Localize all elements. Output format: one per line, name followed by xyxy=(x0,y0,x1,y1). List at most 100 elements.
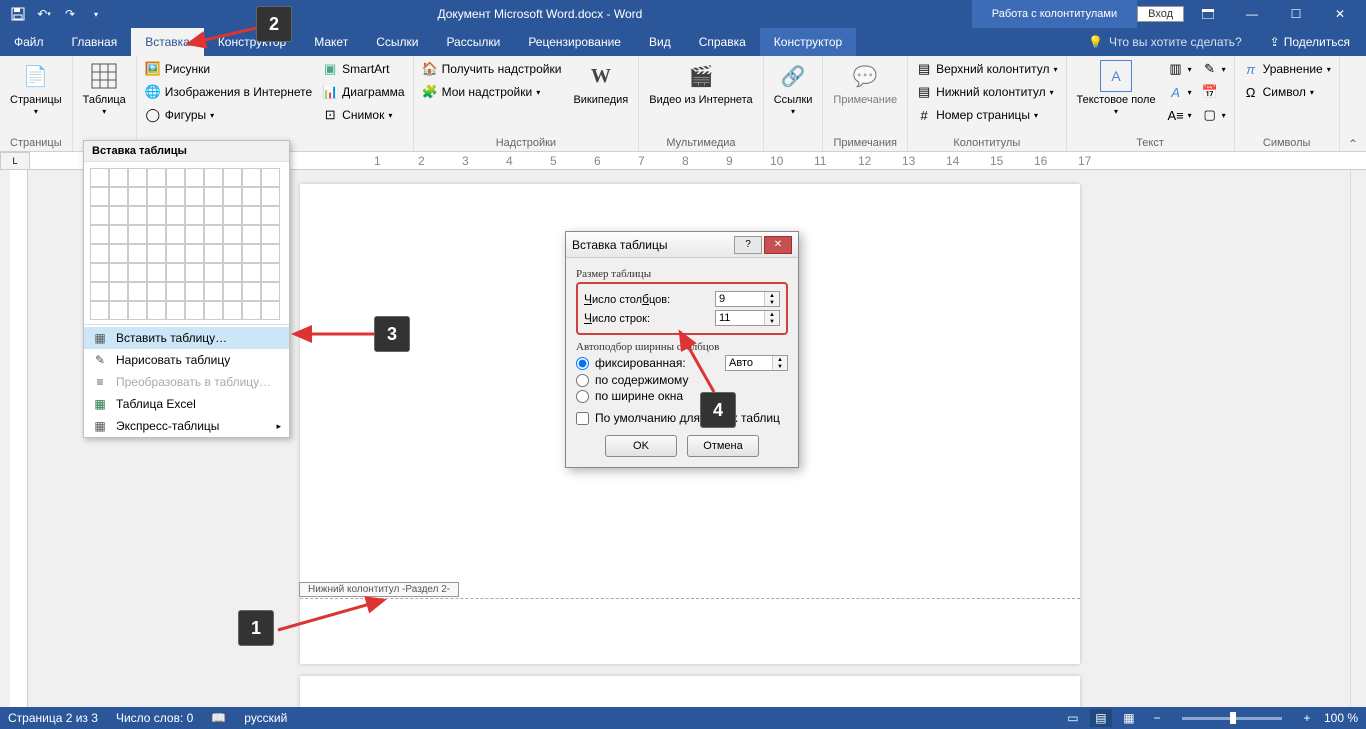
tab-help[interactable]: Справка xyxy=(685,28,760,56)
cols-down-button[interactable]: ▼ xyxy=(765,299,779,306)
share-button[interactable]: ⇪ Поделиться xyxy=(1254,35,1366,49)
ribbon-display-icon[interactable] xyxy=(1188,0,1228,28)
rows-spinner[interactable]: ▲▼ xyxy=(715,310,780,326)
get-addins-button[interactable]: 🏠Получить надстройки xyxy=(418,58,566,80)
save-icon[interactable] xyxy=(6,2,30,26)
screenshot-button[interactable]: ⊡Снимок ▾ xyxy=(318,104,408,126)
remember-checkbox[interactable] xyxy=(576,412,589,425)
vertical-scrollbar[interactable] xyxy=(1350,170,1366,707)
print-layout-icon[interactable]: ▤ xyxy=(1090,709,1112,727)
dialog-titlebar[interactable]: Вставка таблицы ? ✕ xyxy=(566,232,798,258)
dialog-help-button[interactable]: ? xyxy=(734,236,762,254)
tab-mailings[interactable]: Рассылки xyxy=(432,28,514,56)
table-button[interactable]: Таблица ▾ xyxy=(77,58,132,118)
zoom-thumb[interactable] xyxy=(1230,712,1236,724)
content-radio[interactable] xyxy=(576,374,589,387)
rows-up-button[interactable]: ▲ xyxy=(765,311,779,318)
word-count[interactable]: Число слов: 0 xyxy=(116,711,193,725)
fixed-up-button[interactable]: ▲ xyxy=(773,356,787,363)
chart-button[interactable]: 📊Диаграмма xyxy=(318,81,408,103)
fixed-input[interactable] xyxy=(726,356,766,370)
pages-button[interactable]: 📄 Страницы ▾ xyxy=(4,58,68,118)
header-icon: ▤ xyxy=(916,61,932,77)
collapse-ribbon-icon[interactable]: ⌃ xyxy=(1344,137,1362,151)
quickparts-button[interactable]: ▥▾ xyxy=(1164,58,1196,80)
wikipedia-button[interactable]: W Википедия xyxy=(567,58,634,109)
rows-input[interactable] xyxy=(716,311,764,325)
minimize-icon[interactable]: — xyxy=(1232,0,1272,28)
table-size-grid[interactable] xyxy=(84,162,289,322)
comment-button[interactable]: 💬 Примечание xyxy=(827,58,903,109)
dropcap-button[interactable]: A≡▾ xyxy=(1164,104,1196,126)
cols-spinner[interactable]: ▲▼ xyxy=(715,291,780,307)
ok-button[interactable]: OK xyxy=(605,435,677,457)
tab-view[interactable]: Вид xyxy=(635,28,685,56)
cols-up-button[interactable]: ▲ xyxy=(765,292,779,299)
object-button[interactable]: ▢▾ xyxy=(1198,104,1230,126)
rows-down-button[interactable]: ▼ xyxy=(765,318,779,325)
tab-review[interactable]: Рецензирование xyxy=(514,28,635,56)
redo-icon[interactable]: ↷ xyxy=(58,2,82,26)
zoom-in-button[interactable]: + xyxy=(1296,709,1318,727)
shapes-button[interactable]: ◯Фигуры ▾ xyxy=(141,104,316,126)
fixed-down-button[interactable]: ▼ xyxy=(773,363,787,370)
textbox-button[interactable]: A Текстовое поле ▾ xyxy=(1071,58,1162,118)
wordart-button[interactable]: A▾ xyxy=(1164,81,1196,103)
quick-tables-item[interactable]: ▦ Экспресс-таблицы ▸ xyxy=(84,415,289,437)
cols-input[interactable] xyxy=(716,292,764,306)
window-radio[interactable] xyxy=(576,390,589,403)
zoom-slider[interactable] xyxy=(1182,717,1282,720)
close-icon[interactable]: ✕ xyxy=(1320,0,1360,28)
zoom-level[interactable]: 100 % xyxy=(1324,711,1358,725)
group-media-label: Мультимедиа xyxy=(643,135,758,151)
online-picture-icon: 🌐 xyxy=(145,84,161,100)
tab-contextual-design[interactable]: Конструктор xyxy=(760,28,856,56)
pictures-button[interactable]: 🖼️Рисунки xyxy=(141,58,316,80)
signature-button[interactable]: ✎▾ xyxy=(1198,58,1230,80)
quick-tables-icon: ▦ xyxy=(92,419,108,433)
symbol-button[interactable]: ΩСимвол ▾ xyxy=(1239,81,1335,103)
zoom-out-button[interactable]: − xyxy=(1146,709,1168,727)
my-addins-button[interactable]: 🧩Мои надстройки ▾ xyxy=(418,81,566,103)
tab-references[interactable]: Ссылки xyxy=(362,28,432,56)
login-button[interactable]: Вход xyxy=(1137,6,1184,22)
tab-file[interactable]: Файл xyxy=(0,28,58,56)
page-2[interactable] xyxy=(300,676,1080,707)
pagenum-button[interactable]: #Номер страницы ▾ xyxy=(912,104,1061,126)
footer-button[interactable]: ▤Нижний колонтитул ▾ xyxy=(912,81,1061,103)
spellcheck-icon[interactable]: 📖 xyxy=(211,711,226,725)
undo-icon[interactable]: ↶▾ xyxy=(32,2,56,26)
page-status[interactable]: Страница 2 из 3 xyxy=(8,711,98,725)
dialog-close-button[interactable]: ✕ xyxy=(764,236,792,254)
smartart-button[interactable]: ▣SmartArt xyxy=(318,58,408,80)
equation-button[interactable]: πУравнение ▾ xyxy=(1239,58,1335,80)
ruler-corner[interactable]: L xyxy=(0,152,30,170)
smartart-label: SmartArt xyxy=(342,62,389,76)
table-icon: ▦ xyxy=(92,331,108,345)
fixed-spinner[interactable]: ▲▼ xyxy=(725,355,788,371)
online-pictures-button[interactable]: 🌐Изображения в Интернете xyxy=(141,81,316,103)
links-button[interactable]: 🔗 Ссылки ▾ xyxy=(768,58,819,118)
excel-table-item[interactable]: ▦ Таблица Excel xyxy=(84,393,289,415)
tab-insert[interactable]: Вставка xyxy=(131,28,204,56)
insert-table-item[interactable]: ▦ Вставить таблицу… xyxy=(84,327,289,349)
wordart-icon: A xyxy=(1168,84,1184,100)
maximize-icon[interactable]: ☐ xyxy=(1276,0,1316,28)
web-layout-icon[interactable]: ▦ xyxy=(1118,709,1140,727)
fixed-radio[interactable] xyxy=(576,357,589,370)
language-status[interactable]: русский xyxy=(244,711,287,725)
tab-layout[interactable]: Макет xyxy=(300,28,362,56)
group-addins-label: Надстройки xyxy=(418,135,635,151)
vertical-ruler[interactable] xyxy=(10,170,28,707)
datetime-button[interactable]: 📅 xyxy=(1198,81,1230,103)
read-mode-icon[interactable]: ▭ xyxy=(1062,709,1084,727)
cancel-button[interactable]: Отмена xyxy=(687,435,759,457)
online-video-button[interactable]: 🎬 Видео из Интернета xyxy=(643,58,758,109)
draw-table-item[interactable]: ✎ Нарисовать таблицу xyxy=(84,349,289,371)
qat-customize-icon[interactable]: ▾ xyxy=(84,2,108,26)
header-button[interactable]: ▤Верхний колонтитул ▾ xyxy=(912,58,1061,80)
pagenum-label: Номер страницы xyxy=(936,108,1030,122)
tell-me-search[interactable]: 💡 Что вы хотите сделать? xyxy=(1076,35,1254,49)
footer-tag[interactable]: Нижний колонтитул -Раздел 2- xyxy=(299,582,459,597)
tab-home[interactable]: Главная xyxy=(58,28,132,56)
